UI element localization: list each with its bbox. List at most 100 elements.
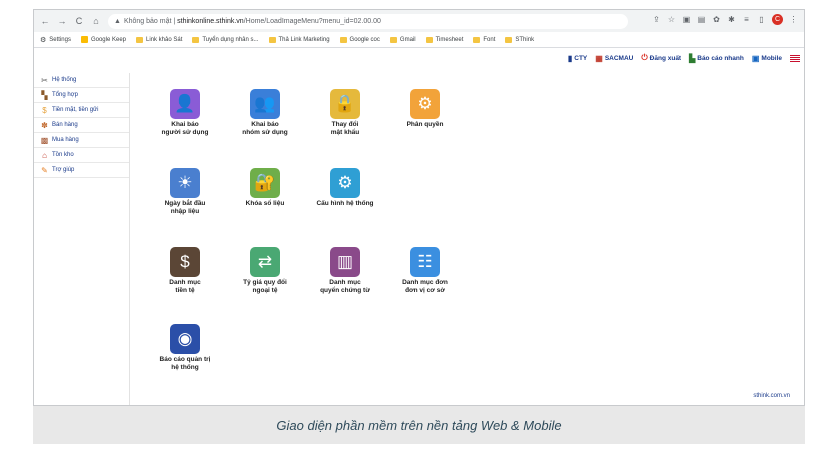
reload-icon[interactable]: C [73,15,85,27]
bookmark-label: Google Keep [90,36,126,43]
exchange-icon: ⇄ [250,247,280,277]
folder-icon [192,36,200,43]
sidebar-item-summary[interactable]: ▚ Tổng hợp [34,88,129,103]
tile-start-date[interactable]: ☀ Ngày bắt đầu nhập liệu [145,168,225,215]
tile-exchange-rate[interactable]: ⇄ Tỷ giá quy đổi ngoại tệ [225,247,305,294]
tile-label: Danh mục [329,279,361,286]
books-icon: ▥ [330,247,360,277]
folder-icon [268,36,276,43]
folder-icon [136,36,143,43]
tile-lock-data[interactable]: 🔐 Khóa sổ liệu [225,168,305,208]
sidebar-item-warehouse[interactable]: ⌂ Tồn kho [34,148,129,163]
browser-window: ← → C ⌂ ▲ Không bảo mật | sthinkonline.s… [33,9,805,406]
summary-icon: ▚ [41,90,48,100]
tile-change-password[interactable]: 🔒 Thay đổi mật khẩu [305,89,385,136]
bookmark-item[interactable]: Thả Link Marketing [268,36,330,43]
users-icon: 👥 [250,89,280,119]
tile-label-2: ngoại tệ [252,286,278,294]
tile-system-config[interactable]: ⚙ Cấu hình hệ thống [305,168,385,208]
cty-label: CTY [574,54,588,62]
brand-footer[interactable]: sthink.com.vn [753,393,790,399]
tile-label: Danh mục [169,279,201,286]
sacmau-link[interactable]: ▦ SACMAU [595,54,633,63]
sidebar-item-label: Bán hàng [52,122,78,128]
tile-currency[interactable]: $ Danh mục tiền tệ [145,247,225,294]
bookmark-label: Settings [49,36,71,43]
tile-org-units[interactable]: ☷ Danh mục đơn đơn vị cơ sở [385,247,465,294]
folder-icon [473,36,481,43]
tile-label: Danh mục đơn [402,279,448,286]
report-chart-icon: ▙ [689,53,696,63]
caption: Giao diện phần mềm trên nền tảng Web & M… [33,406,805,444]
extension-icon[interactable]: ▤ [697,15,706,24]
tile-permissions[interactable]: ⚙ Phân quyền [385,89,465,129]
bookmark-item[interactable]: Tuyển dụng nhân s... [192,36,259,43]
tile-label-2: đơn vị cơ sở [405,286,445,294]
logout-label: Đăng xuất [649,54,682,62]
power-icon: ⏻ [641,53,648,62]
tile-group-setup[interactable]: 👥 Khai báo nhóm sử dụng [225,89,305,136]
menu-icon[interactable]: ⋮ [789,15,798,24]
sidebar: ✂ Hệ thống ▚ Tổng hợp $ Tiền mặt, tiền gửi … [34,73,130,405]
app-top-nav: ▮ CTY ▦ SACMAU ⏻ Đăng xuất ▙ Báo cáo nhanh ▣… [568,53,800,63]
star-icon[interactable]: ☆ [667,15,676,24]
sidebar-item-label: Hệ thống [52,77,77,83]
sidebar-item-system[interactable]: ✂ Hệ thống [34,73,129,88]
mobile-icon: ▣ [751,53,760,63]
tile-admin-report[interactable]: ◉ Báo cáo quản trị hệ thống [145,324,225,371]
company-icon: ▮ [567,53,573,63]
purchase-icon: ▩ [40,135,49,145]
bookmark-label: Font [483,36,496,43]
bookmark-item[interactable]: SThink [505,36,535,43]
bookmark-settings[interactable]: ⚙ Settings [40,36,71,44]
bookmark-item[interactable]: Timesheet [425,36,463,43]
bookmark-item[interactable]: Link khảo Sát [136,36,182,43]
bookmark-item[interactable]: Google coc [339,36,380,43]
tile-label: Cấu hình hệ thống [316,200,374,207]
lock-book-icon: 🔐 [250,168,280,198]
cty-link[interactable]: ▮ CTY [568,54,587,63]
mobile-label: Mobile [761,54,782,62]
puzzle-icon[interactable]: ✱ [727,15,736,24]
bookmark-label: SThink [515,36,535,43]
back-icon[interactable]: ← [39,15,51,27]
sidepanel-icon[interactable]: ▯ [757,15,766,24]
tile-label: Ngày bắt đầu [164,200,206,207]
tile-label: Khai báo [251,121,279,128]
uk-flag-icon[interactable] [790,54,800,62]
bookmark-item[interactable]: Gmail [389,36,416,43]
mobile-link[interactable]: ▣ Mobile [752,54,782,63]
home-icon[interactable]: ⌂ [90,15,102,27]
extension-icon[interactable]: ▣ [682,15,691,24]
url-field[interactable]: ▲ Không bảo mật | sthinkonline.sthink.vn… [108,13,628,29]
url-path: /Home/LoadImageMenu?menu_id=02.00.00 [243,17,381,25]
bookmarks-bar: ⚙ Settings Google Keep Link khảo Sát Tuyể… [34,32,804,48]
sidebar-item-label: Tồn kho [52,152,74,158]
tile-label-2: quyển chứng từ [320,286,370,294]
tile-label: Tỷ giá quy đổi [243,279,287,286]
forward-icon[interactable]: → [56,15,68,27]
bookmark-label: Gmail [399,36,416,43]
bookmark-google-keep[interactable]: Google Keep [80,36,126,43]
tile-user-setup[interactable]: 👤 Khai báo người sử dụng [145,89,225,136]
tile-voucher-books[interactable]: ▥ Danh mục quyển chứng từ [305,247,385,294]
media-icon[interactable]: ≡ [742,15,751,24]
sidebar-item-sales[interactable]: ✽ Bán hàng [34,118,129,133]
address-bar: ← → C ⌂ ▲ Không bảo mật | sthinkonline.s… [34,10,804,32]
gear-icon: ⚙ [40,36,47,44]
security-label: Không bảo mật [123,17,172,25]
share-icon[interactable]: ⇪ [652,15,661,24]
logout-link[interactable]: ⏻ Đăng xuất [641,53,681,63]
quick-report-link[interactable]: ▙ Báo cáo nhanh [689,54,744,63]
sidebar-item-purchase[interactable]: ▩ Mua hàng [34,133,129,148]
profile-avatar[interactable]: C [772,14,783,25]
sidebar-item-help[interactable]: ✎ Trợ giúp [34,163,129,178]
sidebar-item-label: Mua hàng [52,137,79,143]
tile-label-2: nhập liệu [170,207,200,215]
tile-label: Thay đổi [331,121,359,128]
bookmark-item[interactable]: Font [473,36,496,43]
sidebar-item-cash[interactable]: $ Tiền mặt, tiền gửi [34,103,129,118]
folder-icon [389,36,397,43]
extension-icon[interactable]: ✿ [712,15,721,24]
browser-toolbar-right: ⇪ ☆ ▣ ▤ ✿ ✱ ≡ ▯ C ⋮ [652,14,798,25]
